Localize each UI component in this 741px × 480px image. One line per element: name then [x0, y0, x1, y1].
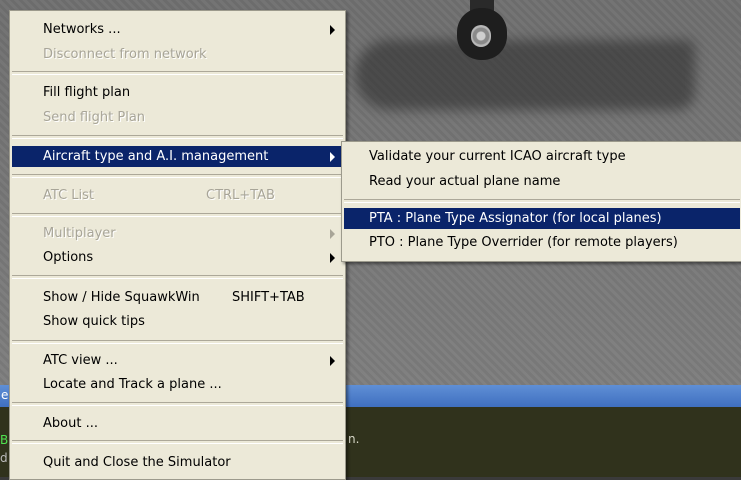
- menu-item-fill-flight-plan[interactable]: Fill flight plan: [12, 82, 343, 103]
- menu-item-atc-view[interactable]: ATC view ...: [12, 350, 343, 371]
- menu-separator: [12, 340, 343, 344]
- menu-item-label: Locate and Track a plane ...: [43, 377, 222, 392]
- wheel-hub: [471, 25, 491, 47]
- submenu-item-pto[interactable]: PTO : Plane Type Overrider (for remote p…: [344, 232, 740, 253]
- submenu-item-pta[interactable]: PTA : Plane Type Assignator (for local p…: [344, 208, 740, 229]
- menu-item-label: Multiplayer: [43, 226, 116, 241]
- menu-item-label: Aircraft type and A.I. management: [43, 149, 269, 164]
- submenu-arrow-icon: [330, 253, 335, 263]
- menu-item-label: Quit and Close the Simulator: [43, 455, 231, 470]
- menu-item-label: PTA : Plane Type Assignator (for local p…: [369, 211, 662, 226]
- aircraft-shadow: [355, 40, 695, 110]
- menu-item-label: Fill flight plan: [43, 85, 131, 100]
- menu-item-label: Networks ...: [43, 22, 121, 37]
- menu-item-label: Show quick tips: [43, 314, 145, 329]
- menu-item-aircraft-type[interactable]: Aircraft type and A.I. management: [12, 146, 343, 167]
- menu-item-label: Show / Hide SquawkWin: [43, 290, 200, 305]
- menu-item-send-flight-plan[interactable]: Send flight Plan: [12, 107, 343, 128]
- submenu-arrow-icon: [330, 152, 335, 162]
- menu-item-label: Validate your current ICAO aircraft type: [369, 149, 626, 164]
- menu-item-label: About ...: [43, 416, 98, 431]
- submenu-arrow-icon: [330, 229, 335, 239]
- menu-separator: [12, 135, 343, 139]
- menu-item-disconnect[interactable]: Disconnect from network: [12, 44, 343, 65]
- submenu-item-read-plane-name[interactable]: Read your actual plane name: [344, 171, 740, 192]
- menu-item-atc-list[interactable]: ATC List CTRL+TAB: [12, 185, 343, 206]
- menu-separator: [344, 199, 740, 203]
- console-text-gray: d: [0, 451, 8, 465]
- console-message: n.: [348, 432, 360, 446]
- menu-item-label: Send flight Plan: [43, 110, 146, 125]
- menu-separator: [12, 402, 343, 406]
- submenu-arrow-icon: [330, 25, 335, 35]
- menu-item-label: Options: [43, 250, 94, 265]
- menu-item-networks[interactable]: Networks ...: [12, 19, 343, 40]
- menu-item-label: PTO : Plane Type Overrider (for remote p…: [369, 235, 678, 250]
- menu-separator: [12, 440, 343, 444]
- menu-separator: [12, 174, 343, 178]
- context-menu: Networks ... Disconnect from network Fil…: [9, 10, 346, 480]
- menu-item-label: Disconnect from network: [43, 47, 207, 62]
- menu-item-show-quick-tips[interactable]: Show quick tips: [12, 311, 343, 332]
- menu-item-shortcut: CTRL+TAB: [206, 188, 275, 203]
- menu-item-label: ATC List: [43, 188, 94, 203]
- aircraft-submenu: Validate your current ICAO aircraft type…: [341, 141, 741, 262]
- menu-item-quit[interactable]: Quit and Close the Simulator: [12, 452, 343, 473]
- menu-separator: [12, 213, 343, 217]
- submenu-arrow-icon: [330, 356, 335, 366]
- menu-item-label: ATC view ...: [43, 353, 118, 368]
- console-text-green: B: [0, 433, 9, 447]
- landing-gear-wheel: [457, 8, 507, 60]
- menu-item-options[interactable]: Options: [12, 247, 343, 268]
- menu-item-locate-track[interactable]: Locate and Track a plane ...: [12, 374, 343, 395]
- menu-separator: [12, 275, 343, 279]
- menu-item-show-hide-squawkwin[interactable]: Show / Hide SquawkWin SHIFT+TAB: [12, 287, 343, 308]
- menu-item-label: Read your actual plane name: [369, 174, 561, 189]
- menu-item-shortcut: SHIFT+TAB: [232, 290, 305, 305]
- title-bar-text: e: [1, 388, 9, 402]
- menu-item-multiplayer[interactable]: Multiplayer: [12, 223, 343, 244]
- menu-item-about[interactable]: About ...: [12, 413, 343, 434]
- submenu-item-validate[interactable]: Validate your current ICAO aircraft type: [344, 146, 740, 167]
- menu-separator: [12, 71, 343, 75]
